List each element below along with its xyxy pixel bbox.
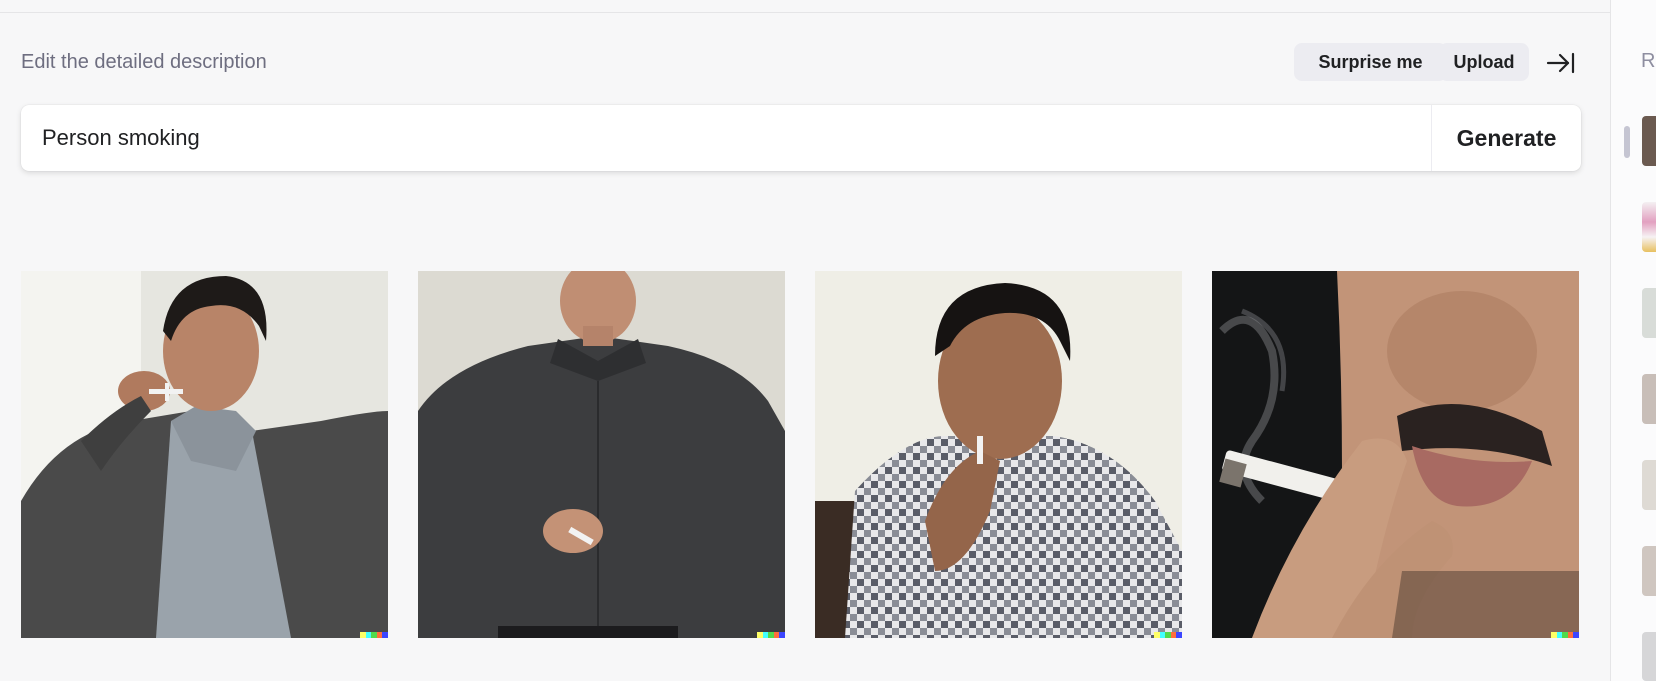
description-label: Edit the detailed description <box>21 51 267 73</box>
history-scrollbar[interactable] <box>1624 126 1630 158</box>
prompt-input[interactable] <box>21 105 1431 171</box>
result-image[interactable] <box>815 271 1182 638</box>
history-thumbnail[interactable] <box>1642 546 1656 596</box>
results-grid <box>21 271 1581 638</box>
top-bar <box>0 0 1610 13</box>
result-image[interactable] <box>21 271 388 638</box>
result-image[interactable] <box>418 271 785 638</box>
result-image[interactable] <box>1212 271 1579 638</box>
main-panel: Edit the detailed description Surprise m… <box>0 13 1610 681</box>
result-badge <box>1551 632 1579 638</box>
surprise-me-button[interactable]: Surprise me <box>1294 43 1447 81</box>
result-badge <box>757 632 785 638</box>
upload-button[interactable]: Upload <box>1439 43 1529 81</box>
history-thumbnail[interactable] <box>1642 632 1656 681</box>
history-title: R <box>1641 50 1656 72</box>
history-thumbnail[interactable] <box>1642 374 1656 424</box>
history-thumbnail[interactable] <box>1642 116 1656 166</box>
result-badge <box>360 632 388 638</box>
prompt-bar: Generate <box>21 105 1581 171</box>
history-thumbnail[interactable] <box>1642 460 1656 510</box>
result-badge <box>1154 632 1182 638</box>
generate-button[interactable]: Generate <box>1432 105 1581 171</box>
history-thumbnail[interactable] <box>1642 202 1656 252</box>
arrow-right-to-bar-icon[interactable] <box>1546 51 1576 75</box>
history-panel: R <box>1610 0 1656 681</box>
history-thumbnail[interactable] <box>1642 288 1656 338</box>
prompt-header: Edit the detailed description Surprise m… <box>21 43 1581 83</box>
